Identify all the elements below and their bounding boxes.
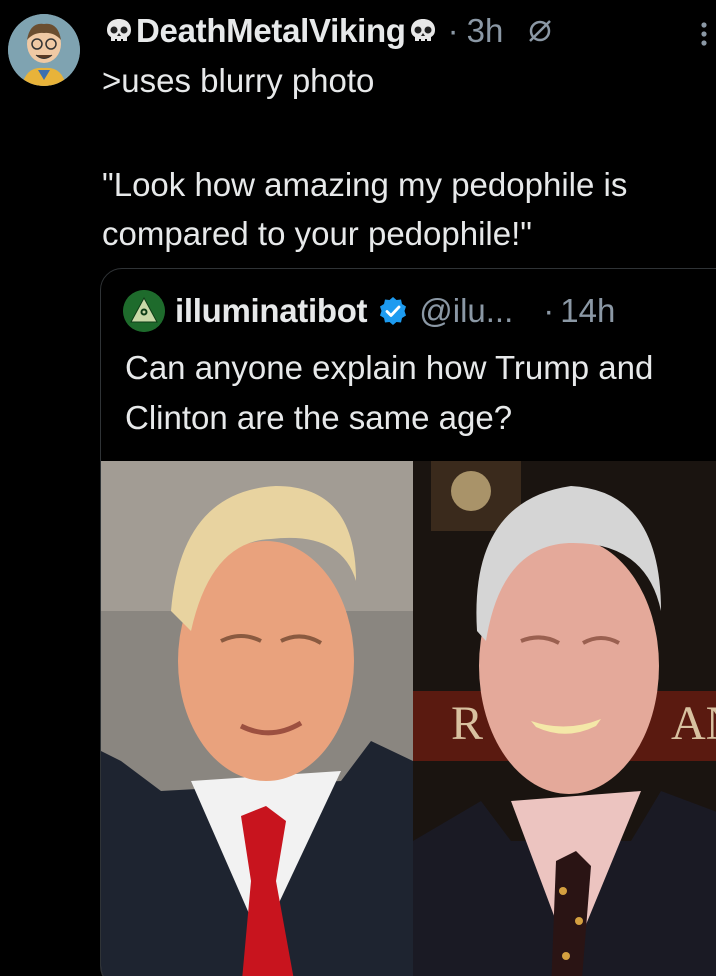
separator-dot: · [447,12,459,49]
left-photo [101,461,413,976]
cartoon-avatar-icon [8,14,80,86]
quoted-post-image[interactable]: R AN [101,461,716,976]
separator-dot: · [543,292,555,329]
verified-badge-icon [380,297,407,325]
author-name[interactable]: DeathMetalViking [136,12,406,50]
post-header: DeathMetalViking · 3h [104,10,555,52]
comparison-photo: R AN [101,461,716,976]
post-text: >uses blurry photo "Look how amazing my … [102,56,702,258]
grok-icon[interactable] [525,16,555,46]
quoted-post-text: Can anyone explain how Trump and Clinton… [125,349,654,436]
skull-icon [107,19,131,41]
svg-text:AN: AN [671,697,716,750]
skull-icon [410,19,435,41]
quoted-author-avatar[interactable] [123,290,165,332]
right-photo: R AN [413,461,716,976]
quoted-post[interactable]: illuminatibot @ilu... · 14h Can anyone e… [100,268,716,976]
author-avatar[interactable] [8,14,80,86]
quoted-author-handle[interactable]: @ilu... [419,292,513,330]
post: DeathMetalViking · 3h >uses blurry photo… [0,0,716,976]
post-text-line: >uses blurry photo [102,62,375,99]
more-vertical-icon[interactable] [700,22,708,46]
illuminati-pyramid-icon [123,290,165,332]
quoted-post-timestamp[interactable]: 14h [560,292,615,330]
quoted-post-header: illuminatibot @ilu... · 14h [123,287,615,335]
post-text-line: "Look how amazing my pedophile is compar… [102,166,628,252]
post-timestamp[interactable]: 3h [467,12,504,50]
quoted-author-name[interactable]: illuminatibot [175,292,368,330]
svg-text:R: R [451,697,483,750]
